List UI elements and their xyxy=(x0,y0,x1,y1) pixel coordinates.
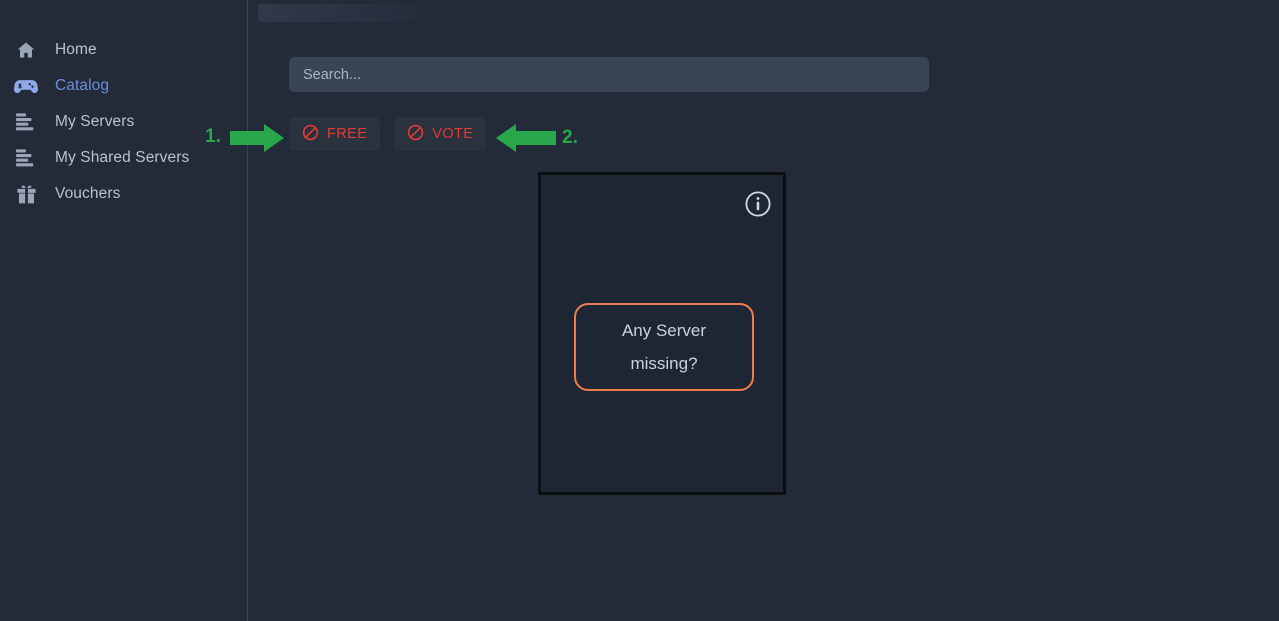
info-circle-icon[interactable] xyxy=(744,190,772,218)
sidebar-item-catalog[interactable]: Catalog xyxy=(0,68,247,104)
sidebar-item-my-shared-servers[interactable]: My Shared Servers xyxy=(0,140,247,176)
home-icon xyxy=(12,39,40,61)
filter-button-label: FREE xyxy=(327,125,368,142)
sidebar-item-label: Home xyxy=(55,41,97,59)
missing-box-line-2: missing? xyxy=(630,354,698,373)
sidebar-item-label: My Shared Servers xyxy=(55,149,190,167)
gamepad-icon xyxy=(12,75,40,97)
shared-server-list-icon xyxy=(12,147,40,169)
sidebar-item-label: My Servers xyxy=(55,113,135,131)
sidebar: Home Catalog My Servers My Shared Server… xyxy=(0,0,248,621)
search-input[interactable] xyxy=(289,57,929,92)
page-title xyxy=(258,4,417,22)
block-icon xyxy=(407,124,424,144)
sidebar-nav-list: Home Catalog My Servers My Shared Server… xyxy=(0,32,247,212)
sidebar-item-label: Vouchers xyxy=(55,185,121,203)
missing-box-line-1: Any Server xyxy=(621,321,707,340)
gift-icon xyxy=(12,183,40,205)
sidebar-item-vouchers[interactable]: Vouchers xyxy=(0,176,247,212)
server-list-icon xyxy=(12,111,40,133)
app-root: Home Catalog My Servers My Shared Server… xyxy=(0,0,1279,621)
block-icon xyxy=(302,124,319,144)
vote-filter-button[interactable]: VOTE xyxy=(394,117,487,151)
search-bar xyxy=(289,57,929,92)
filter-button-label: VOTE xyxy=(432,125,474,142)
sidebar-item-my-servers[interactable]: My Servers xyxy=(0,104,247,140)
server-card[interactable]: Any Server missing? xyxy=(538,172,786,495)
free-filter-button[interactable]: FREE xyxy=(289,117,381,151)
filter-button-row: FREE VOTE xyxy=(289,117,487,151)
sidebar-item-label: Catalog xyxy=(55,77,110,95)
main-content: FREE VOTE A xyxy=(248,0,1279,621)
sidebar-item-home[interactable]: Home xyxy=(0,32,247,68)
any-server-missing-button[interactable]: Any Server missing? xyxy=(574,303,754,391)
